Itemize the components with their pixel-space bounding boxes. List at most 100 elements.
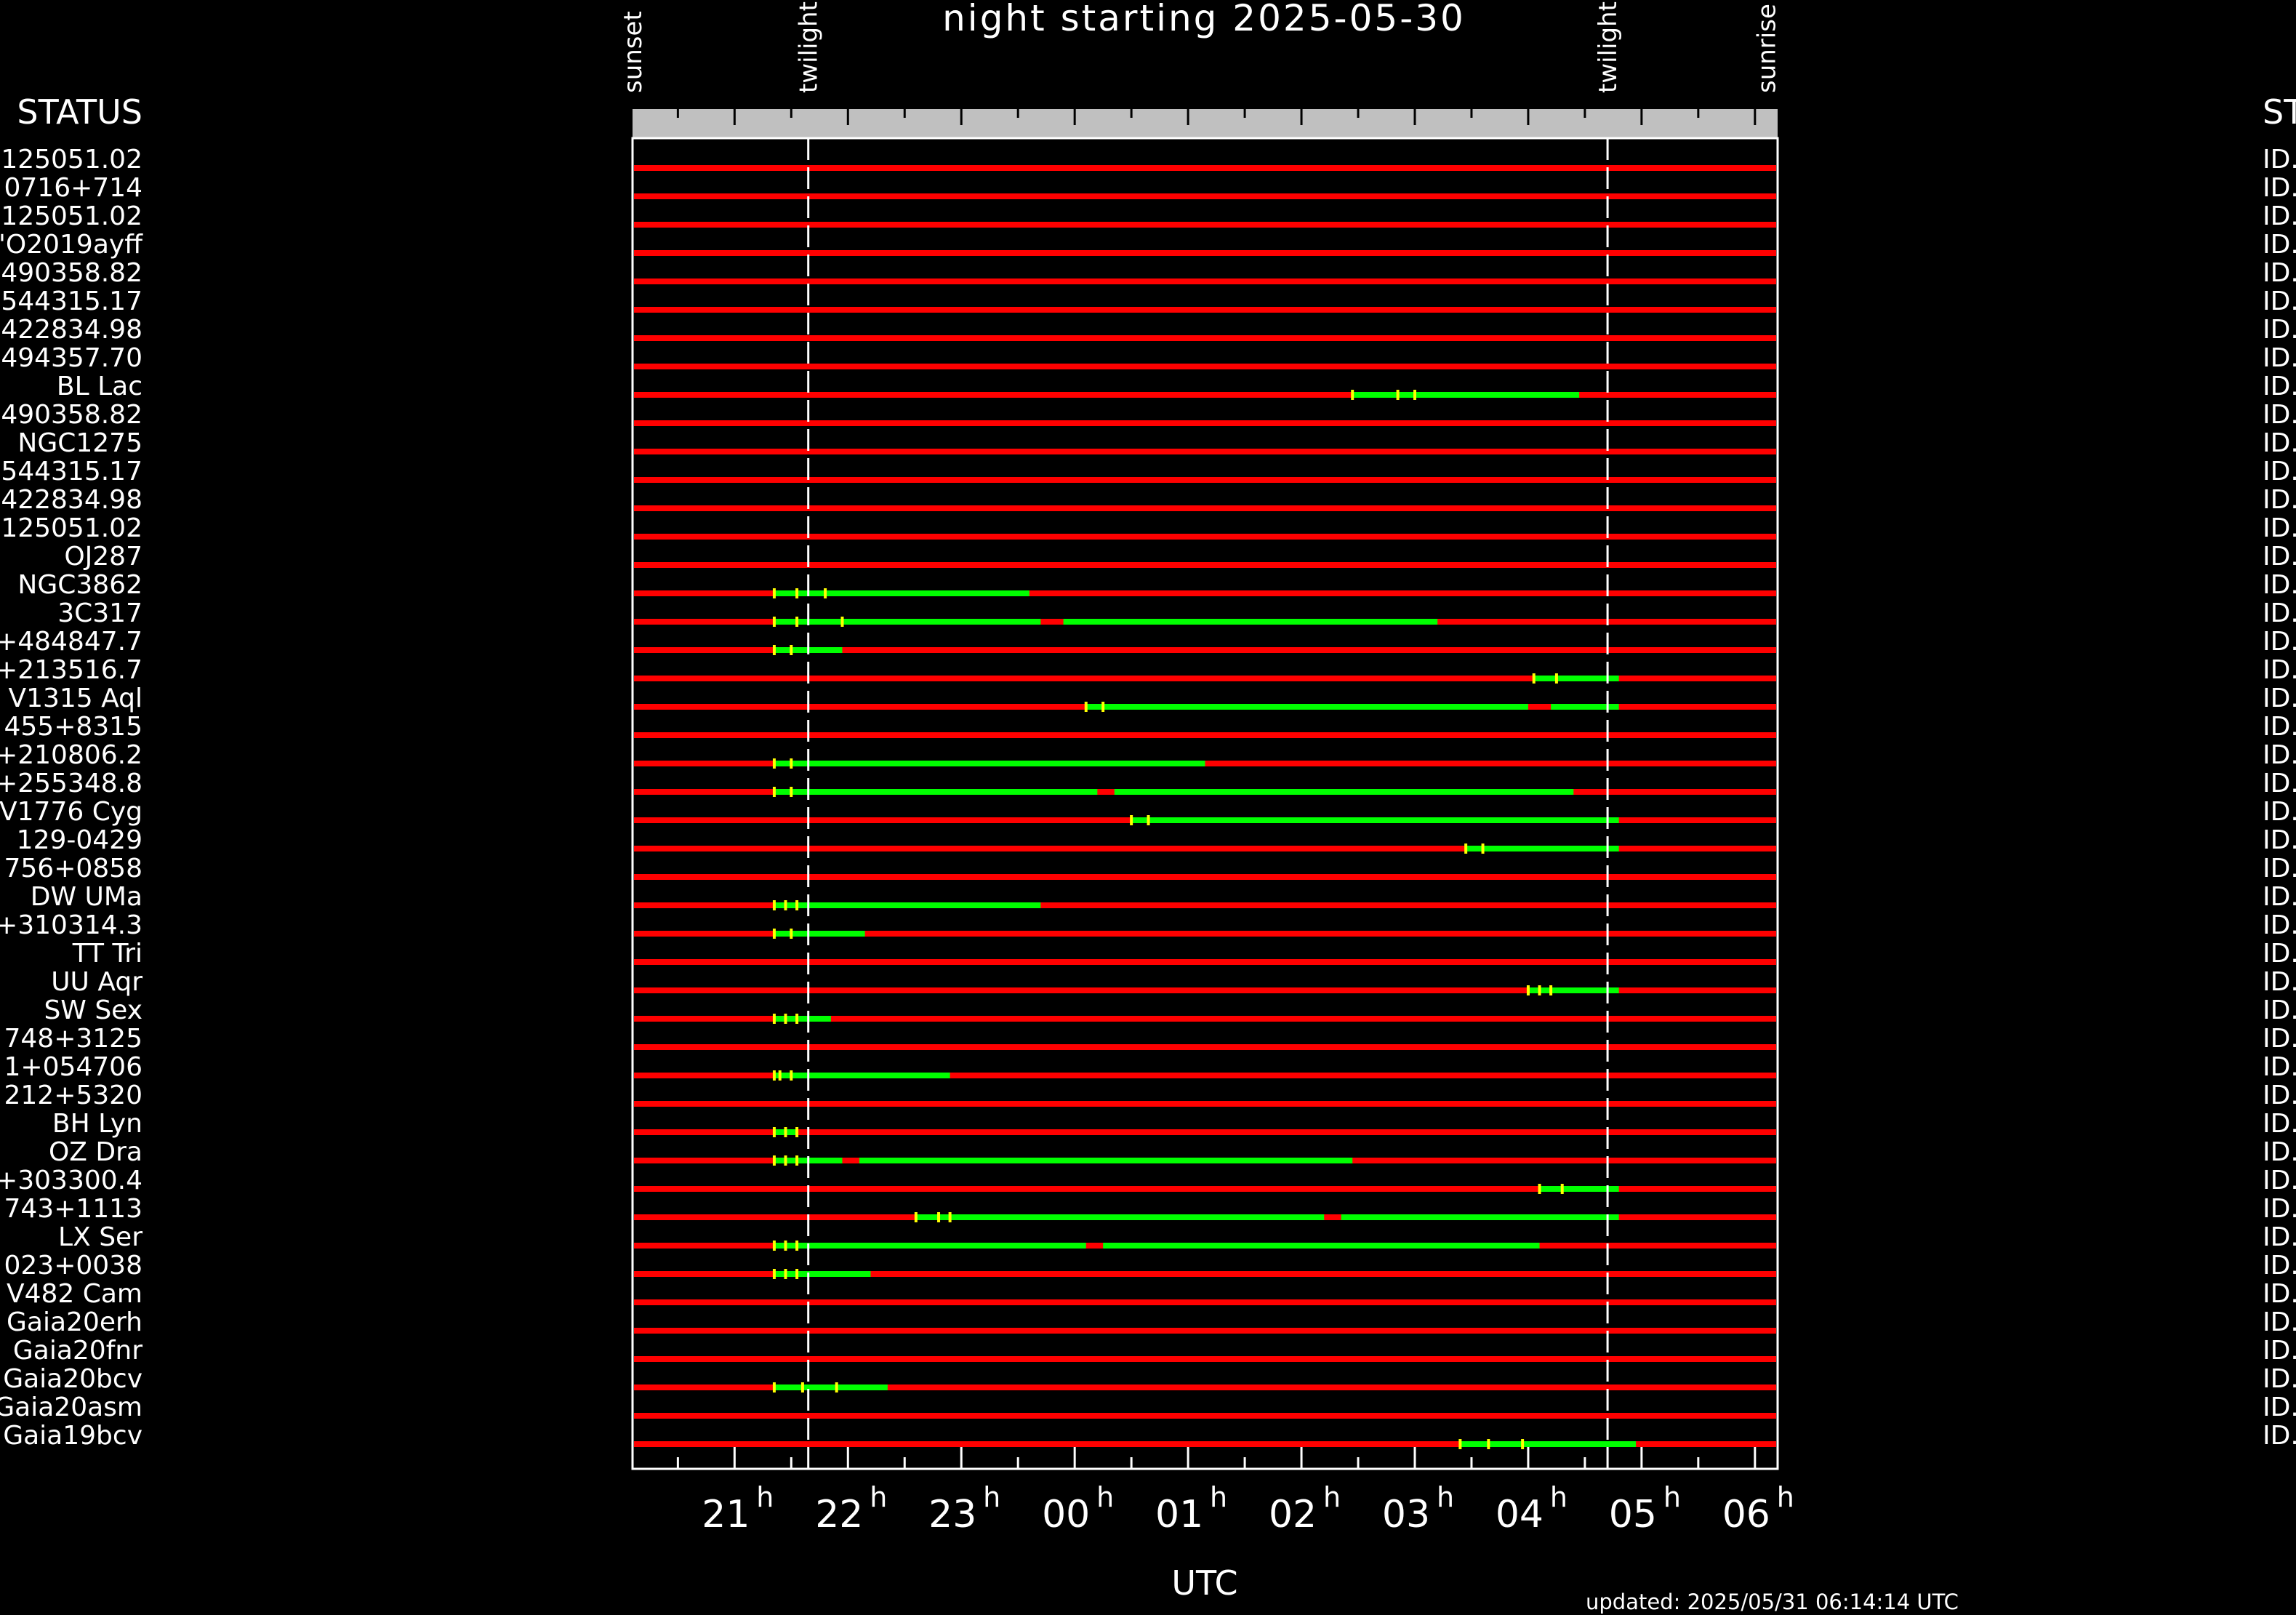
x-tick-label-superscript: h bbox=[1323, 1481, 1341, 1513]
event-label: twilight bbox=[795, 1, 824, 93]
target-name-label: +210806.2 bbox=[0, 740, 143, 770]
target-name-label: BH Lyn bbox=[52, 1109, 143, 1139]
event-label: twilight bbox=[1594, 1, 1623, 93]
target-status-label: ID. bbox=[2263, 201, 2296, 231]
x-tick-label-superscript: h bbox=[1437, 1481, 1454, 1513]
target-name-label: 1+054706 bbox=[4, 1052, 143, 1082]
x-tick-label: 00 bbox=[1042, 1493, 1090, 1536]
target-name-label: Gaia20bcv bbox=[3, 1364, 143, 1394]
target-status-label: ID. bbox=[2263, 1392, 2296, 1422]
target-status-label: ID. bbox=[2263, 428, 2296, 458]
target-name-label: +255348.8 bbox=[0, 769, 143, 798]
target-status-label: ID. bbox=[2263, 712, 2296, 742]
x-tick-label-superscript: h bbox=[1210, 1481, 1227, 1513]
target-status-label: ID. bbox=[2263, 513, 2296, 543]
left-status-header: STATUS bbox=[17, 92, 143, 132]
target-name-label: V482 Cam bbox=[7, 1279, 143, 1309]
target-name-label: 748+3125 bbox=[4, 1024, 143, 1054]
x-tick-label: 01 bbox=[1155, 1493, 1203, 1536]
target-status-label: ID. bbox=[2263, 1109, 2296, 1139]
target-name-label: 'O2019ayff bbox=[0, 230, 143, 260]
target-name-label: OJ287 bbox=[64, 542, 143, 572]
target-name-label: 544315.17 bbox=[1, 457, 143, 486]
target-name-label: 0716+714 bbox=[4, 173, 143, 203]
target-status-label: ID. bbox=[2263, 1336, 2296, 1366]
target-status-label: ID. bbox=[2263, 1194, 2296, 1224]
target-status-label: ID. bbox=[2263, 1307, 2296, 1337]
updated-footer: updated: 2025/05/31 06:14:14 UTC bbox=[1586, 1590, 1959, 1614]
target-name-label: 455+8315 bbox=[4, 712, 143, 742]
x-tick-label-superscript: h bbox=[1096, 1481, 1114, 1513]
target-status-label: ID. bbox=[2263, 1052, 2296, 1082]
target-name-label: 494357.70 bbox=[1, 343, 143, 373]
target-name-label: Gaia20erh bbox=[7, 1307, 143, 1337]
target-name-label: V1776 Cyg bbox=[0, 797, 143, 827]
target-name-label: Gaia20fnr bbox=[13, 1336, 143, 1366]
target-name-label: 3C317 bbox=[57, 598, 143, 628]
target-status-label: ID. bbox=[2263, 343, 2296, 373]
x-tick-label-superscript: h bbox=[870, 1481, 887, 1513]
target-status-label: ID. bbox=[2263, 1279, 2296, 1309]
target-name-label: +310314.3 bbox=[0, 910, 143, 940]
x-axis-label: UTC bbox=[1171, 1563, 1237, 1603]
target-status-label: ID. bbox=[2263, 1421, 2296, 1451]
target-name-label: 212+5320 bbox=[4, 1081, 143, 1110]
target-status-label: ID. bbox=[2263, 825, 2296, 855]
x-tick-label: 21 bbox=[702, 1493, 750, 1536]
target-status-label: ID. bbox=[2263, 230, 2296, 260]
event-label: sunset bbox=[619, 11, 648, 93]
target-name-label: Gaia20asm bbox=[0, 1392, 143, 1422]
target-status-label: ID. bbox=[2263, 1166, 2296, 1195]
x-tick-label: 06 bbox=[1722, 1493, 1770, 1536]
target-status-label: ID. bbox=[2263, 286, 2296, 316]
target-status-label: ID. bbox=[2263, 1137, 2296, 1167]
target-name-label: LX Ser bbox=[58, 1222, 143, 1252]
target-name-label: OZ Dra bbox=[49, 1137, 143, 1167]
target-status-label: ID. bbox=[2263, 740, 2296, 770]
target-name-label: 544315.17 bbox=[1, 286, 143, 316]
target-name-label: NGC3862 bbox=[17, 570, 143, 600]
night-timeline-chart: night starting 2025-05-30 STATUS ST 1250… bbox=[0, 0, 2296, 1615]
target-name-label: TT Tri bbox=[72, 939, 143, 969]
target-status-label: ID. bbox=[2263, 684, 2296, 713]
target-name-label: 023+0038 bbox=[4, 1251, 143, 1281]
target-name-label: UU Aqr bbox=[51, 967, 143, 997]
target-status-label: ID. bbox=[2263, 655, 2296, 685]
target-status-label: ID. bbox=[2263, 1081, 2296, 1110]
x-tick-label-superscript: h bbox=[1663, 1481, 1681, 1513]
target-name-label: BL Lac bbox=[57, 372, 143, 401]
target-status-label: ID. bbox=[2263, 570, 2296, 600]
target-status-label: ID. bbox=[2263, 1024, 2296, 1054]
chart-background bbox=[0, 0, 2296, 1615]
event-label: sunrise bbox=[1752, 4, 1781, 93]
target-name-label: NGC1275 bbox=[17, 428, 143, 458]
target-status-label: ID. bbox=[2263, 769, 2296, 798]
x-tick-label-superscript: h bbox=[983, 1481, 1000, 1513]
target-status-label: ID. bbox=[2263, 173, 2296, 203]
x-tick-label: 03 bbox=[1382, 1493, 1430, 1536]
target-status-label: ID. bbox=[2263, 967, 2296, 997]
x-tick-label: 04 bbox=[1496, 1493, 1544, 1536]
time-header-bar bbox=[633, 109, 1778, 138]
target-name-label: 422834.98 bbox=[1, 315, 143, 345]
target-name-label: 743+1113 bbox=[4, 1194, 143, 1224]
target-status-label: ID. bbox=[2263, 400, 2296, 430]
target-status-label: ID. bbox=[2263, 485, 2296, 515]
target-name-label: +213516.7 bbox=[0, 655, 143, 685]
target-status-label: ID. bbox=[2263, 457, 2296, 486]
target-status-label: ID. bbox=[2263, 627, 2296, 657]
target-name-label: V1315 Aql bbox=[8, 684, 143, 713]
target-status-label: ID. bbox=[2263, 882, 2296, 912]
x-tick-label: 23 bbox=[928, 1493, 976, 1536]
target-status-label: ID. bbox=[2263, 1251, 2296, 1281]
target-name-label: 422834.98 bbox=[1, 485, 143, 515]
target-status-label: ID. bbox=[2263, 372, 2296, 401]
chart-title: night starting 2025-05-30 bbox=[942, 0, 1466, 39]
target-name-label: 490358.82 bbox=[1, 258, 143, 288]
target-name-label: +303300.4 bbox=[0, 1166, 143, 1195]
x-tick-label: 05 bbox=[1609, 1493, 1657, 1536]
target-name-label: 129-0429 bbox=[17, 825, 143, 855]
target-status-label: ID. bbox=[2263, 1222, 2296, 1252]
target-name-label: 756+0858 bbox=[4, 854, 143, 883]
target-name-label: SW Sex bbox=[44, 995, 143, 1025]
